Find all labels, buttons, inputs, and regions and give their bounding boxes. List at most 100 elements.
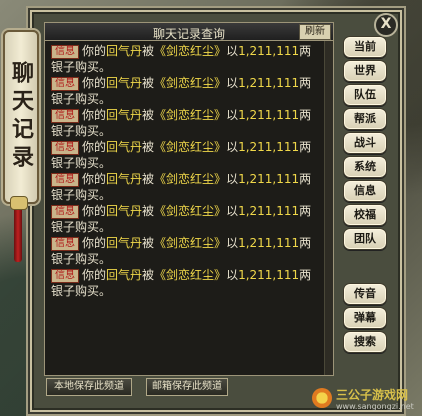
- price-value: 1,211,111: [238, 268, 300, 282]
- message-tag: 信息: [51, 45, 79, 59]
- message-text-line2: 银子购买。: [51, 188, 112, 202]
- item-name: 回气丹: [106, 76, 143, 90]
- watermark-name: 三公子游戏网: [336, 388, 409, 402]
- message-text: 你的: [82, 108, 107, 122]
- chat-message: 信息 你的回气丹被《剑恋红尘》以1,211,111两银子购买。: [51, 107, 321, 139]
- message-tag: 信息: [51, 205, 79, 219]
- message-tag: 信息: [51, 77, 79, 91]
- side-title: 聊天记录: [8, 61, 34, 173]
- channel-button[interactable]: 战斗: [343, 132, 387, 154]
- item-name: 回气丹: [106, 140, 143, 154]
- message-text: 两: [299, 204, 312, 218]
- chat-scrollbar[interactable]: [324, 41, 333, 375]
- channel-button[interactable]: 信息: [343, 180, 387, 202]
- message-text: 被: [142, 108, 155, 122]
- item-name: 回气丹: [106, 172, 143, 186]
- message-text: 两: [299, 268, 312, 282]
- chat-message: 信息 你的回气丹被《剑恋红尘》以1,211,111两 银子购买。: [51, 203, 321, 235]
- message-text: 你的: [82, 44, 107, 58]
- price-value: 1,211,111: [238, 76, 300, 90]
- message-text-line2: 银子购买。: [51, 156, 112, 170]
- message-text: 你的: [82, 236, 107, 250]
- message-text: 你的: [82, 268, 107, 282]
- message-text-line2: 银子购买。: [51, 92, 112, 106]
- message-text-line2: 银子购买。: [51, 124, 112, 138]
- message-text: 被: [142, 44, 155, 58]
- price-value: 1,211,111: [238, 236, 300, 250]
- chat-message: 信息 你的回气丹被《剑恋红尘》以1,211,111两 银子购买。: [51, 75, 321, 107]
- channel-button[interactable]: 队伍: [343, 84, 387, 106]
- chat-message: 信息 你的回气丹被《剑恋红尘》以1,211,111两 银子购买。: [51, 171, 321, 203]
- price-value: 1,211,111: [238, 172, 300, 186]
- price-value: 1,211,111: [238, 140, 300, 154]
- message-text: 以: [226, 268, 239, 282]
- seller-name: 《剑恋红尘》: [154, 44, 227, 58]
- channel-button[interactable]: 传音: [343, 283, 387, 305]
- watermark: 三公子游戏网 www.sangongzi.net: [312, 384, 422, 416]
- item-name: 回气丹: [106, 44, 143, 58]
- message-text-line2: 银子购买。: [51, 252, 112, 266]
- message-text: 被: [142, 204, 155, 218]
- message-tag: 信息: [51, 109, 79, 123]
- price-value: 1,211,111: [238, 204, 300, 218]
- message-text-line2: 银子购买。: [51, 60, 112, 74]
- seller-name: 《剑恋红尘》: [154, 172, 227, 186]
- channel-button[interactable]: 系统: [343, 156, 387, 178]
- refresh-button[interactable]: 刷新: [299, 24, 331, 40]
- price-value: 1,211,111: [238, 44, 300, 58]
- message-text: 你的: [82, 172, 107, 186]
- channel-button[interactable]: 校福: [343, 204, 387, 226]
- price-value: 1,211,111: [238, 108, 300, 122]
- channel-button[interactable]: 帮派: [343, 108, 387, 130]
- message-text: 两: [299, 140, 312, 154]
- header-bar: 聊天记录查询 刷新: [44, 22, 334, 42]
- chat-message: 信息 你的回气丹被《剑恋红尘》以1,211,111两银子购买。: [51, 235, 321, 267]
- item-name: 回气丹: [106, 236, 143, 250]
- message-text: 以: [226, 140, 239, 154]
- seller-name: 《剑恋红尘》: [154, 140, 227, 154]
- watermark-logo-icon: [312, 388, 332, 408]
- message-text-line2: 银子购买。: [51, 220, 112, 234]
- message-text: 被: [142, 172, 155, 186]
- message-text: 你的: [82, 204, 107, 218]
- message-tag: 信息: [51, 237, 79, 251]
- seller-name: 《剑恋红尘》: [154, 236, 227, 250]
- channel-button[interactable]: 弹幕: [343, 307, 387, 329]
- message-text: 被: [142, 76, 155, 90]
- message-tag: 信息: [51, 269, 79, 283]
- message-text: 两: [299, 108, 312, 122]
- channel-button[interactable]: 搜索: [343, 331, 387, 353]
- side-title-plaque: 聊天记录: [3, 30, 39, 204]
- channel-button[interactable]: 团队: [343, 228, 387, 250]
- message-text-line2: 银子购买。: [51, 284, 112, 298]
- close-button[interactable]: X: [374, 13, 398, 37]
- message-text: 以: [226, 76, 239, 90]
- message-text: 以: [226, 172, 239, 186]
- seller-name: 《剑恋红尘》: [154, 268, 227, 282]
- message-tag: 信息: [51, 141, 79, 155]
- watermark-url: www.sangongzi.net: [336, 402, 414, 411]
- channel-button[interactable]: 世界: [343, 60, 387, 82]
- local-save-button[interactable]: 本地保存此频道: [46, 378, 132, 396]
- item-name: 回气丹: [106, 204, 143, 218]
- message-text: 以: [226, 44, 239, 58]
- tassel-knot: [10, 196, 28, 210]
- channel-button[interactable]: 当前: [343, 36, 387, 58]
- message-text: 两: [299, 44, 312, 58]
- message-text: 两: [299, 236, 312, 250]
- message-text: 以: [226, 236, 239, 250]
- message-text: 被: [142, 268, 155, 282]
- chat-message: 信息 你的回气丹被《剑恋红尘》以1,211,111两 银子购买。: [51, 267, 321, 299]
- seller-name: 《剑恋红尘》: [154, 108, 227, 122]
- header-title: 聊天记录查询: [152, 27, 225, 41]
- item-name: 回气丹: [106, 108, 143, 122]
- message-text: 你的: [82, 76, 107, 90]
- message-text: 以: [226, 108, 239, 122]
- message-text: 两: [299, 172, 312, 186]
- mail-save-button[interactable]: 邮箱保存此频道: [146, 378, 228, 396]
- chat-log-panel[interactable]: 信息 你的回气丹被《剑恋红尘》以1,211,111两 银子购买。 信息 你的回气丹被《剑…: [44, 40, 334, 376]
- message-text: 两: [299, 76, 312, 90]
- message-text: 你的: [82, 140, 107, 154]
- message-text: 被: [142, 140, 155, 154]
- message-text: 被: [142, 236, 155, 250]
